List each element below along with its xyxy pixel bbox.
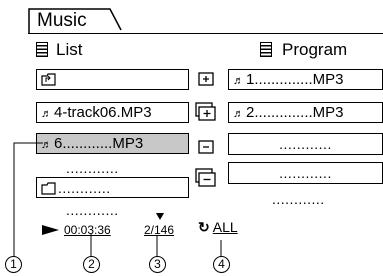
callout-4: 4 (213, 256, 230, 273)
callout-2: 2 (83, 256, 100, 273)
callout-lines (13, 142, 222, 257)
callout-1: 1 (5, 256, 22, 273)
callout-3: 3 (149, 256, 166, 273)
